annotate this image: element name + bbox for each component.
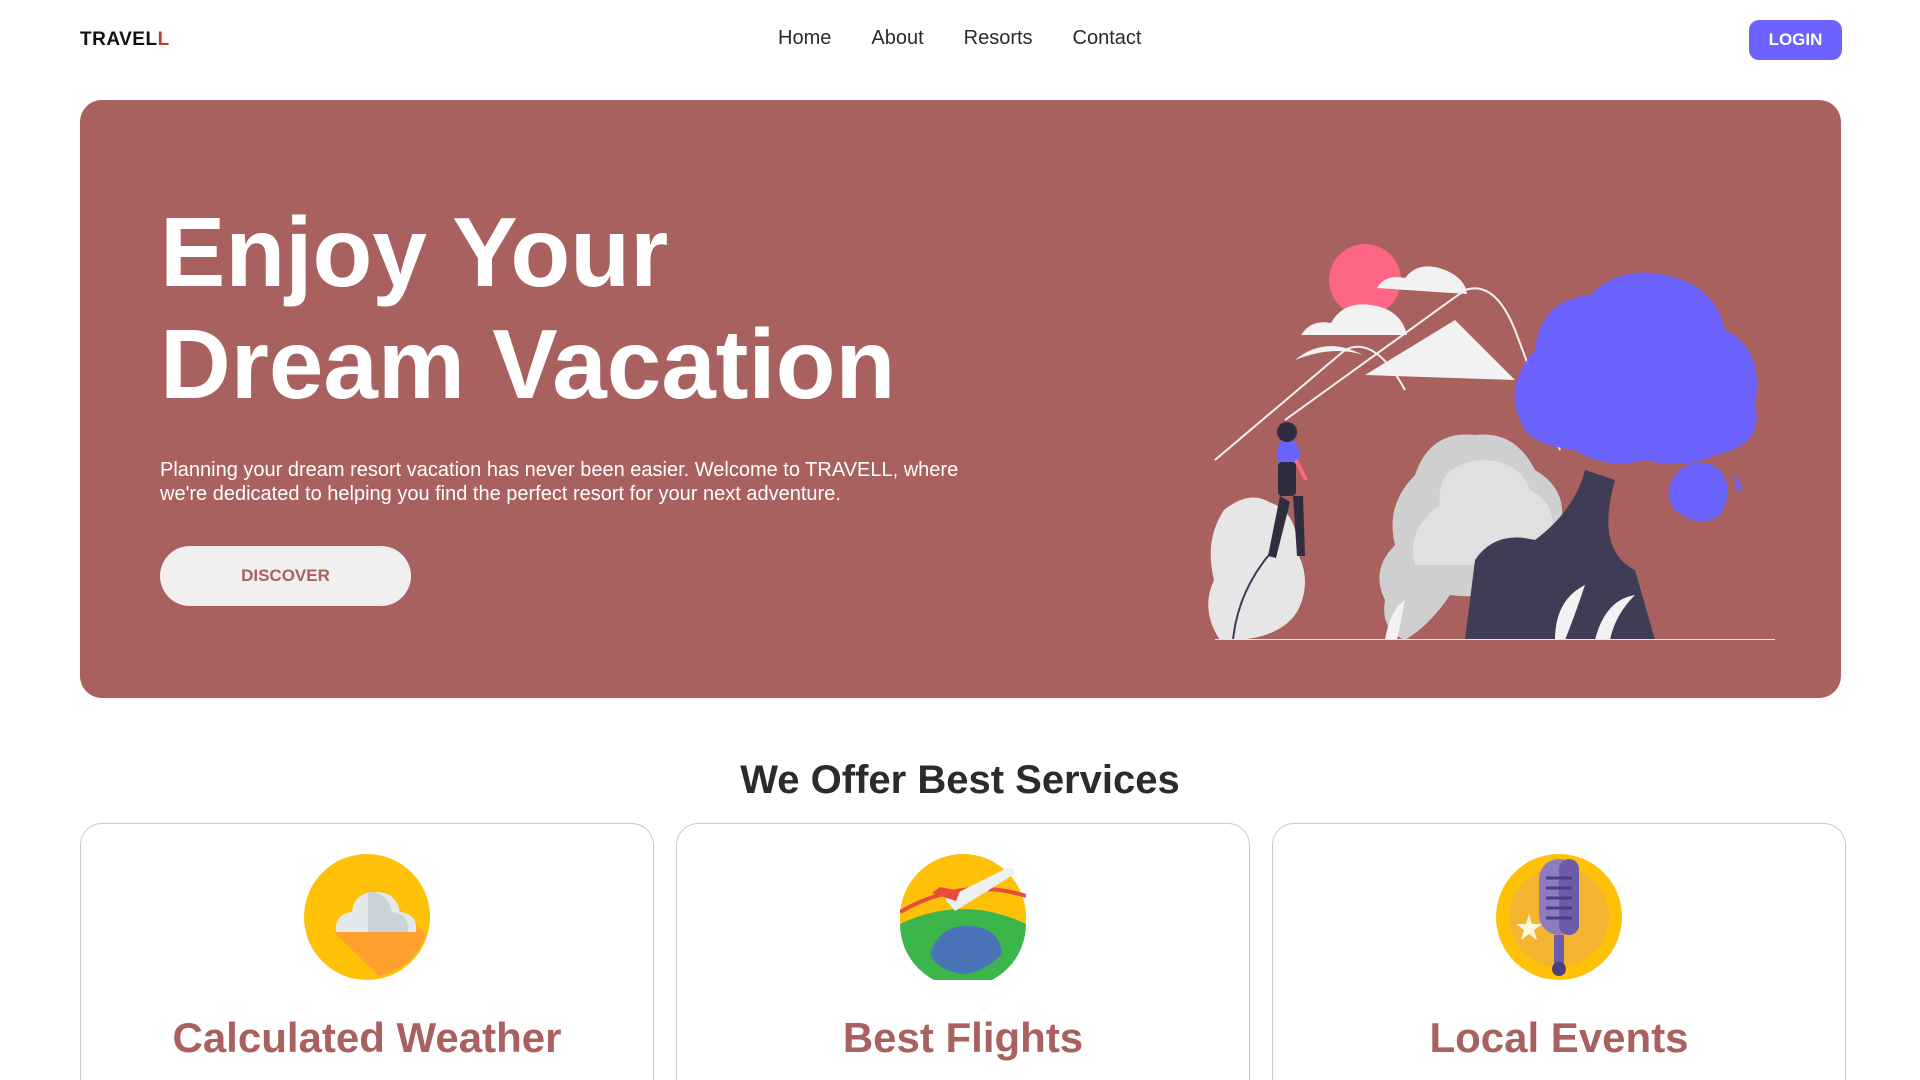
service-card-weather[interactable]: Calculated Weather (80, 823, 654, 1080)
weather-icon (304, 854, 430, 980)
service-card-events[interactable]: Local Events (1272, 823, 1846, 1080)
top-navigation: TRAVELL Home About Resorts Contact LOGIN (0, 0, 1920, 80)
hero-banner: Enjoy Your Dream Vacation Planning your … (80, 100, 1841, 698)
service-card-flights[interactable]: Best Flights (676, 823, 1250, 1080)
nav-menu: Home About Resorts Contact (778, 27, 1141, 50)
nav-link-resorts[interactable]: Resorts (964, 27, 1033, 50)
travel-illustration (1208, 244, 1775, 640)
flight-icon (900, 854, 1026, 980)
hero-description: Planning your dream resort vacation has … (160, 459, 959, 505)
nav-link-about[interactable]: About (871, 27, 923, 50)
service-title: Local Events (1429, 1014, 1689, 1061)
hero-title-line2: Dream Vacation (160, 309, 896, 419)
microphone-icon (1496, 854, 1622, 980)
service-title: Calculated Weather (172, 1014, 562, 1061)
login-button[interactable]: LOGIN (1749, 20, 1842, 60)
nav-link-contact[interactable]: Contact (1073, 27, 1142, 50)
logo[interactable]: TRAVELL (80, 29, 170, 51)
services-heading: We Offer Best Services (740, 758, 1180, 802)
service-title: Best Flights (842, 1014, 1084, 1061)
hero-title-line1: Enjoy Your (160, 197, 669, 307)
nav-link-home[interactable]: Home (778, 27, 831, 50)
discover-button[interactable]: DISCOVER (160, 546, 411, 606)
hero-title: Enjoy Your Dream Vacation (160, 196, 1060, 420)
